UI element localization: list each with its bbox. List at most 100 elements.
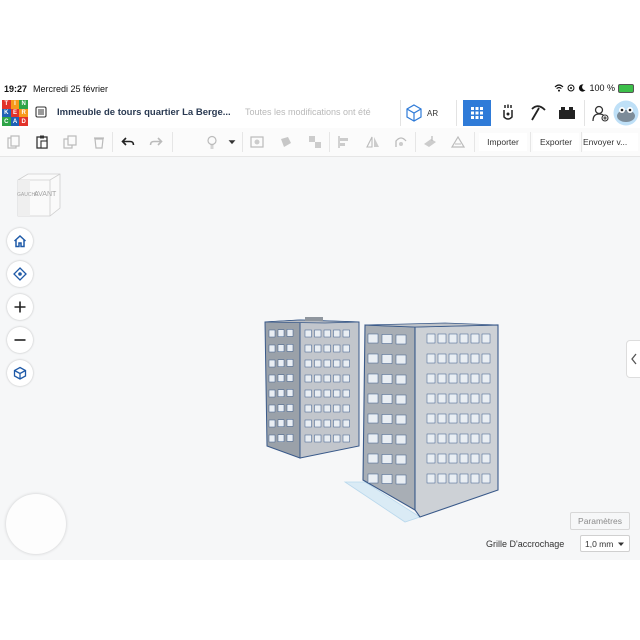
window [314, 329, 322, 338]
add-user-icon [592, 105, 609, 122]
window [304, 404, 312, 413]
window [459, 353, 469, 364]
duplicate-button[interactable] [61, 133, 79, 151]
orbit-joystick[interactable] [6, 494, 66, 554]
workplane-button[interactable] [421, 133, 439, 151]
mirror-button[interactable] [364, 133, 382, 151]
snap-grid-select[interactable]: 1,0 mm [580, 535, 630, 552]
window [470, 413, 480, 424]
group-button[interactable] [306, 133, 324, 151]
window [481, 433, 491, 444]
window [286, 359, 294, 367]
window [459, 473, 469, 484]
ar-button[interactable]: AR [404, 102, 450, 124]
window [286, 329, 294, 337]
front-building[interactable] [362, 322, 499, 518]
window [381, 454, 393, 464]
wifi-icon [555, 84, 564, 92]
window [286, 419, 294, 427]
home-icon [13, 234, 27, 248]
divider [242, 132, 243, 152]
window [333, 434, 341, 443]
send-to-button[interactable]: Envoyer v... [583, 133, 638, 151]
tinkercad-logo[interactable]: TINKERCAD [2, 100, 28, 126]
window [395, 394, 407, 405]
window [470, 353, 480, 364]
window [342, 374, 350, 383]
delete-button[interactable] [90, 133, 108, 151]
window [448, 333, 458, 344]
shape-view-icon [250, 136, 264, 148]
window [481, 333, 491, 344]
buildings-model[interactable] [255, 312, 510, 527]
window [333, 329, 341, 338]
notes-button[interactable] [203, 133, 221, 151]
window [426, 333, 436, 344]
copy-button[interactable] [5, 133, 23, 151]
window [470, 393, 480, 404]
settings-button[interactable]: Paramètres [570, 512, 630, 530]
paste-button[interactable] [33, 133, 51, 151]
window [437, 373, 447, 384]
notes-dropdown[interactable] [226, 133, 238, 151]
moon-icon [579, 84, 586, 92]
window [448, 473, 458, 484]
window [323, 374, 331, 383]
perspective-button[interactable] [7, 360, 33, 386]
export-button[interactable]: Exporter [533, 133, 579, 151]
zoom-in-icon [14, 301, 26, 313]
view-cube[interactable]: GAUCHE AVANT [14, 172, 62, 218]
document-title[interactable]: Immeuble de tours quartier La Berge... [57, 107, 231, 118]
window [381, 374, 393, 384]
snap-grid-value: 1,0 mm [585, 538, 614, 549]
divider [474, 132, 475, 152]
window [277, 404, 285, 412]
window [395, 454, 407, 465]
window [304, 359, 312, 368]
align-button[interactable] [335, 133, 353, 151]
bricks-view-button[interactable] [524, 100, 552, 126]
zoom-out-button[interactable] [7, 327, 33, 353]
status-date: Mercredi 25 février [33, 84, 109, 94]
copy-icon [7, 135, 20, 149]
window [314, 404, 322, 413]
battery-icon [618, 83, 634, 93]
lego-view-button[interactable] [553, 100, 581, 126]
solid-hole-button[interactable] [277, 133, 295, 151]
window [277, 434, 285, 442]
blocks-view-button[interactable] [494, 100, 522, 126]
window [437, 433, 447, 444]
shapes-panel-toggle[interactable] [626, 340, 640, 378]
window [448, 453, 458, 464]
home-view-button[interactable] [7, 228, 33, 254]
user-avatar-button[interactable] [612, 100, 640, 126]
window [277, 359, 285, 367]
window [437, 473, 447, 484]
ruler-button[interactable] [449, 133, 467, 151]
divider [584, 100, 585, 126]
invite-user-button[interactable] [586, 100, 614, 126]
window [481, 453, 491, 464]
window [381, 334, 393, 344]
window [437, 393, 447, 404]
status-right: 100 % [554, 83, 634, 93]
app-header: TINKERCAD Immeuble de tours quartier La … [0, 98, 640, 129]
window [381, 434, 393, 444]
undo-button[interactable] [119, 133, 137, 151]
window [426, 373, 436, 384]
back-building[interactable] [264, 317, 360, 459]
window [367, 433, 379, 444]
cruise-button[interactable] [392, 133, 410, 151]
window [333, 404, 341, 413]
logo-letter: T [2, 100, 11, 109]
document-list-icon[interactable] [35, 106, 47, 118]
shape-view-button[interactable] [248, 133, 266, 151]
redo-button[interactable] [147, 133, 165, 151]
fit-view-button[interactable] [7, 261, 33, 287]
zoom-in-button[interactable] [7, 294, 33, 320]
3d-design-view-button[interactable] [463, 100, 491, 126]
import-button[interactable]: Importer [479, 133, 527, 151]
window [426, 413, 436, 424]
divider [329, 132, 330, 152]
grid-view-icon [471, 107, 483, 119]
